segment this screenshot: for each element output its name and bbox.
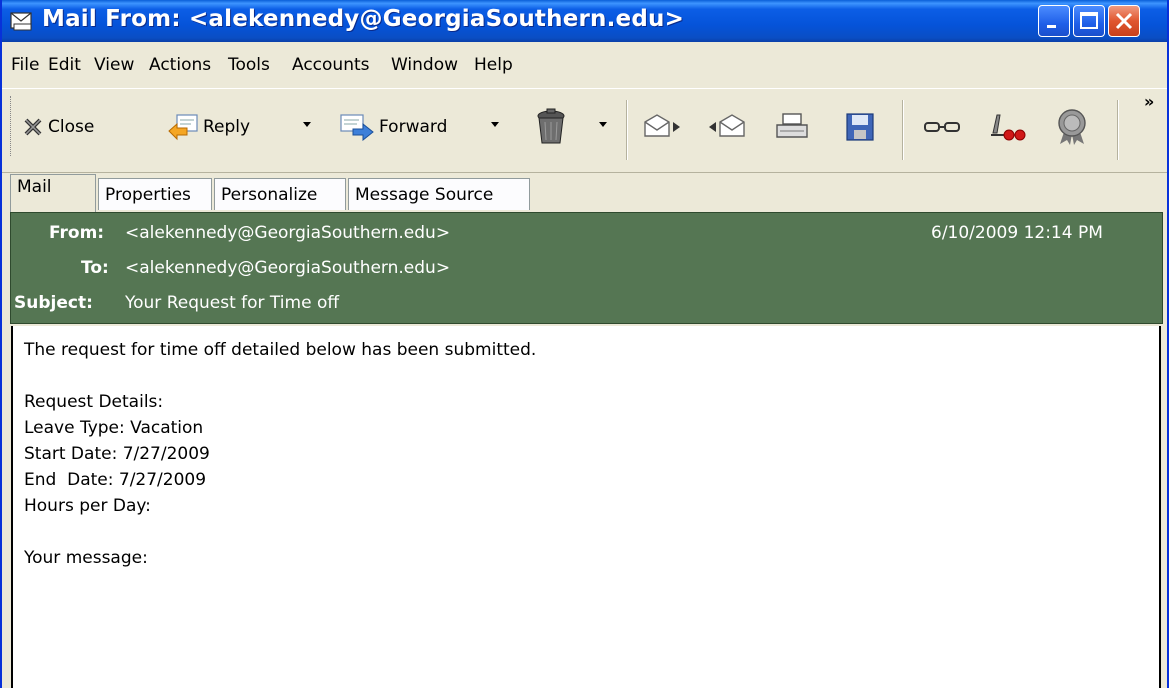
minimize-button[interactable] — [1038, 5, 1070, 37]
from-label: From: — [49, 223, 105, 243]
tab-personalize-label: Personalize — [221, 185, 318, 205]
message-body[interactable]: The request for time off detailed below … — [11, 326, 1161, 688]
envelope-window-icon — [10, 12, 32, 31]
menu-view[interactable]: View — [94, 55, 134, 75]
save-disk-icon — [846, 113, 874, 141]
print-button[interactable] — [774, 110, 810, 144]
next-envelope-icon — [644, 114, 680, 137]
body-line: End Date: 7/27/2009 — [24, 470, 207, 490]
close-icon — [1115, 12, 1133, 30]
toolbar-separator — [626, 100, 628, 160]
to-label: To: — [81, 258, 109, 278]
delete-button[interactable] — [534, 108, 568, 144]
menu-file[interactable]: File — [11, 55, 39, 75]
reply-button[interactable]: Reply — [167, 110, 250, 144]
forward-button-label: Forward — [379, 117, 448, 137]
reply-button-label: Reply — [203, 117, 251, 137]
minimize-icon — [1047, 25, 1056, 28]
toolbar-separator-3 — [1117, 100, 1119, 160]
forward-dropdown-icon[interactable] — [491, 122, 499, 127]
close-window-button[interactable] — [1108, 5, 1140, 37]
glasses-icon — [924, 122, 960, 132]
menu-actions[interactable]: Actions — [149, 55, 211, 75]
menu-accounts[interactable]: Accounts — [292, 55, 370, 75]
signature-button[interactable] — [1054, 109, 1090, 145]
maximize-icon — [1080, 12, 1098, 29]
tab-properties-label: Properties — [105, 185, 191, 205]
menu-divider — [2, 88, 1167, 89]
save-button[interactable] — [845, 110, 875, 144]
menu-tools[interactable]: Tools — [228, 55, 270, 75]
printer-icon — [776, 113, 808, 138]
certificate-seal-icon — [991, 114, 1026, 141]
tab-message-source-label: Message Source — [355, 185, 494, 205]
tab-mail-label: Mail — [17, 177, 52, 197]
previous-message-button[interactable] — [707, 110, 747, 144]
reply-dropdown-icon[interactable] — [303, 122, 311, 127]
close-button[interactable]: Close — [22, 110, 94, 144]
security-button[interactable] — [987, 110, 1027, 144]
mail-window: Mail From: <alekennedy@GeorgiaSouthern.e… — [0, 0, 1169, 688]
previous-envelope-icon — [709, 114, 745, 137]
view-headers-button[interactable] — [922, 110, 962, 144]
body-line: Leave Type: Vacation — [24, 418, 204, 438]
menu-help[interactable]: Help — [474, 55, 513, 75]
body-line: Request Details: — [24, 392, 164, 412]
body-line: Your message: — [24, 548, 148, 568]
message-date: 6/10/2009 12:14 PM — [931, 223, 1103, 243]
message-header: From: <alekennedy@GeorgiaSouthern.edu> 6… — [10, 212, 1163, 324]
reply-icon — [168, 114, 198, 141]
toolbar-grip[interactable] — [10, 96, 13, 156]
toolbar-overflow-button[interactable]: » — [1144, 92, 1154, 111]
tab-strip: Mail Properties Personalize Message Sour… — [2, 172, 1167, 212]
tab-mail[interactable]: Mail — [10, 174, 96, 212]
forward-icon — [340, 114, 374, 141]
body-line: The request for time off detailed below … — [24, 340, 537, 360]
subject-value: Your Request for Time off — [125, 293, 340, 313]
body-line: Start Date: 7/27/2009 — [24, 444, 210, 464]
body-line: Hours per Day: — [24, 496, 151, 516]
menu-edit[interactable]: Edit — [48, 55, 81, 75]
subject-label: Subject: — [14, 293, 93, 313]
rosette-seal-icon — [1058, 109, 1086, 145]
from-value[interactable]: <alekennedy@GeorgiaSouthern.edu> — [125, 223, 450, 243]
window-title: Mail From: <alekennedy@GeorgiaSouthern.e… — [42, 6, 685, 32]
trash-can-icon — [537, 108, 565, 144]
next-message-button[interactable] — [642, 110, 682, 144]
title-bar[interactable]: Mail From: <alekennedy@GeorgiaSouthern.e… — [2, 0, 1167, 42]
close-x-icon — [24, 118, 42, 136]
delete-dropdown-icon[interactable] — [599, 122, 607, 127]
tab-message-source[interactable]: Message Source — [348, 178, 530, 210]
close-button-label: Close — [48, 117, 95, 137]
menu-window[interactable]: Window — [391, 55, 458, 75]
tab-properties[interactable]: Properties — [98, 178, 212, 210]
to-value[interactable]: <alekennedy@GeorgiaSouthern.edu> — [125, 258, 450, 278]
maximize-button[interactable] — [1073, 5, 1105, 37]
toolbar: Close Reply Forward » — [2, 92, 1167, 172]
toolbar-separator-2 — [902, 100, 904, 160]
forward-button[interactable]: Forward — [339, 110, 447, 144]
menu-bar: File Edit View Actions Tools Accounts Wi… — [2, 55, 1167, 83]
tab-personalize[interactable]: Personalize — [214, 178, 346, 210]
